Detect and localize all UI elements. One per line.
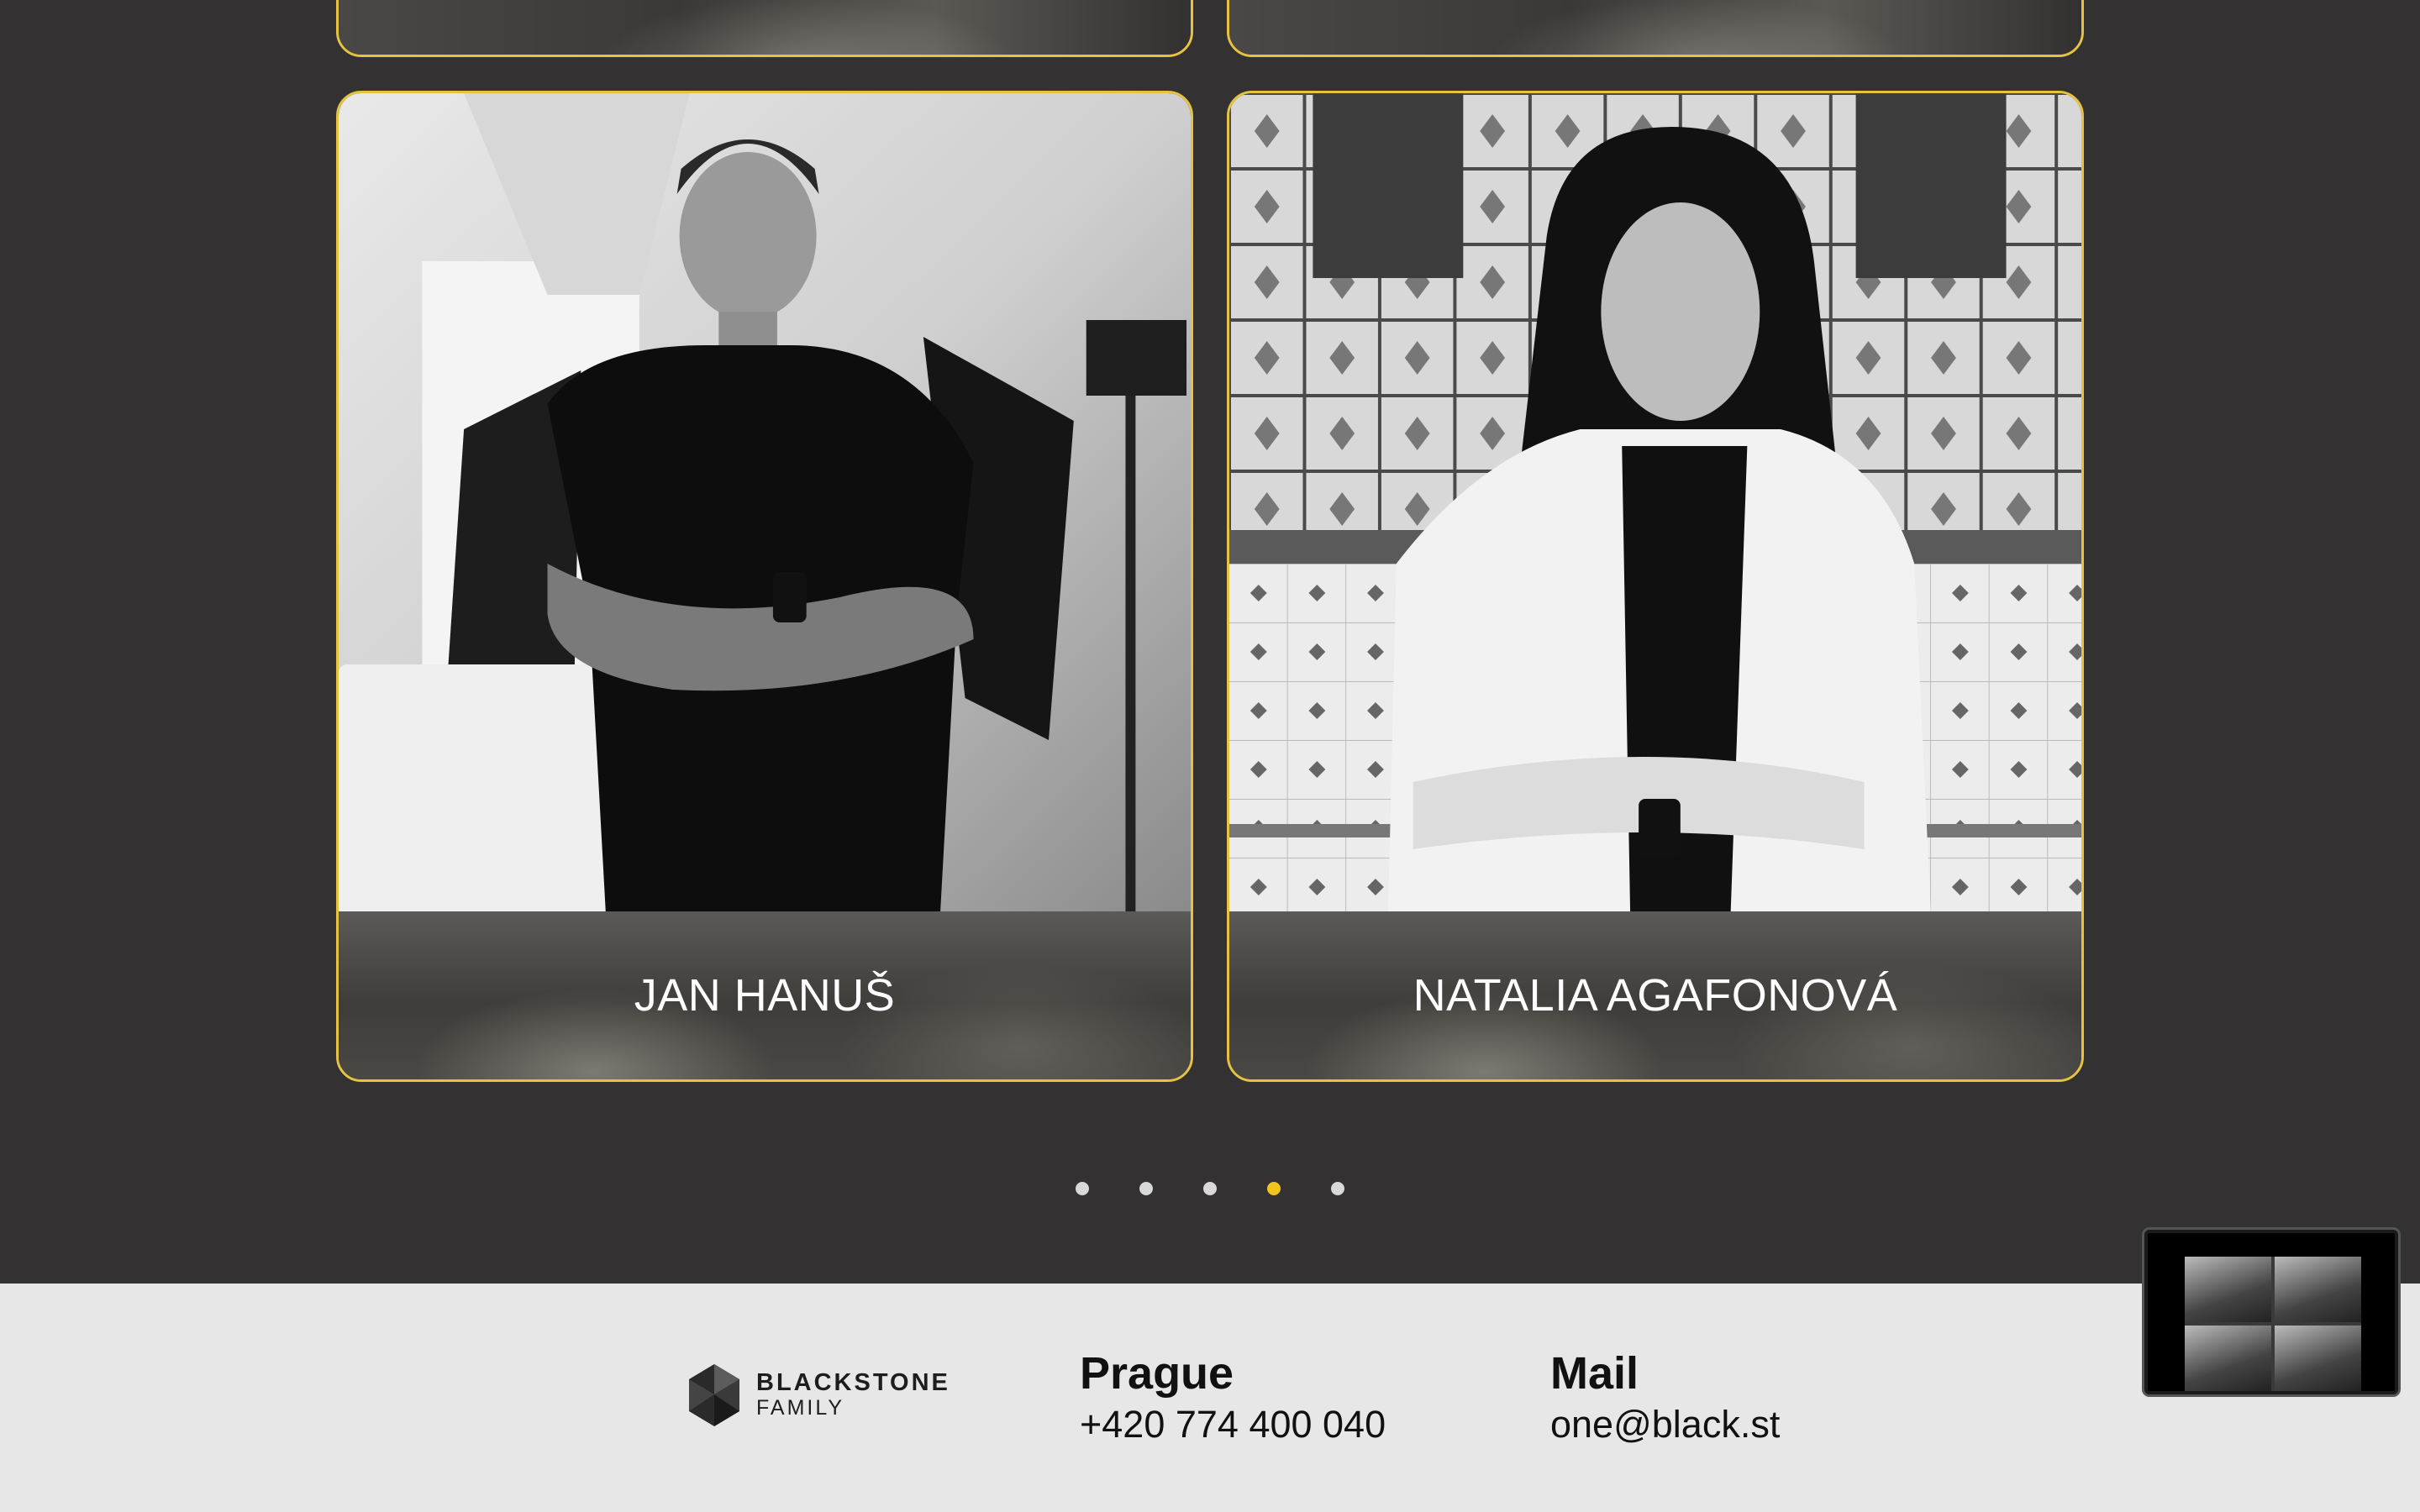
team-card-natalia-agafonova[interactable]: NATALIA AGAFONOVÁ — [1227, 91, 2084, 1082]
portrait-photo — [1229, 93, 2081, 916]
logo-wordmark: BLACKSTONE FAMILY — [756, 1369, 950, 1420]
carousel-dot-2[interactable] — [1139, 1182, 1153, 1195]
logo-line2: FAMILY — [756, 1396, 845, 1420]
portrait-photo — [339, 93, 1191, 916]
carousel-dot-1[interactable] — [1076, 1182, 1089, 1195]
carousel-dot-5[interactable] — [1331, 1182, 1344, 1195]
member-name: NATALIA AGAFONOVÁ — [1413, 970, 1898, 1021]
carousel-dot-3[interactable] — [1203, 1182, 1217, 1195]
email-link[interactable]: one@black.st — [1550, 1403, 1780, 1446]
carousel-dot-4-active[interactable] — [1267, 1182, 1281, 1195]
member-name: JAN HANUŠ — [634, 970, 896, 1021]
blackstone-logo[interactable]: BLACKSTONE FAMILY — [686, 1362, 950, 1428]
phone-link[interactable]: +420 774 400 040 — [1080, 1403, 1386, 1446]
thumbnail-tile — [2275, 1326, 2361, 1391]
contact-city-title: Prague — [1080, 1348, 1234, 1399]
carousel-pagination — [0, 1182, 2420, 1195]
page-preview-thumbnail[interactable] — [2144, 1230, 2398, 1394]
thumbnail-grid — [2185, 1257, 2361, 1391]
logo-line1: BLACKSTONE — [756, 1369, 950, 1397]
site-footer: BLACKSTONE FAMILY Prague +420 774 400 04… — [0, 1284, 2420, 1512]
blackstone-logo-icon — [689, 1364, 739, 1426]
thumbnail-tile — [2275, 1257, 2361, 1322]
name-plate-partial — [339, 0, 1191, 55]
thumbnail-tile — [2185, 1257, 2271, 1322]
team-card-partial-left[interactable] — [336, 0, 1193, 57]
contact-mail: Mail one@black.st — [1550, 1347, 1780, 1446]
team-card-jan-hanus[interactable]: JAN HANUŠ — [336, 91, 1193, 1082]
thumbnail-tile — [2185, 1326, 2271, 1391]
name-plate-partial — [1229, 0, 2081, 55]
name-plate: NATALIA AGAFONOVÁ — [1229, 911, 2081, 1079]
contact-prague: Prague +420 774 400 040 — [1080, 1347, 1386, 1446]
name-plate: JAN HANUŠ — [339, 911, 1191, 1079]
team-card-partial-right[interactable] — [1227, 0, 2084, 57]
contact-mail-title: Mail — [1550, 1348, 1639, 1399]
